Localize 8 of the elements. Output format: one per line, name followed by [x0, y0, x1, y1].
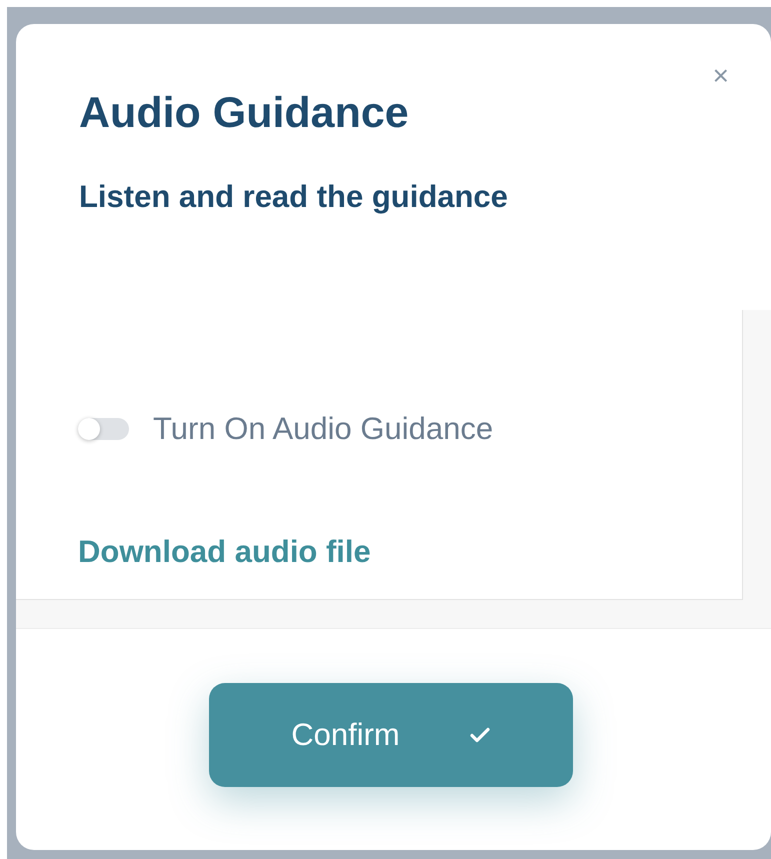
download-link[interactable]: Download audio file	[78, 528, 371, 575]
dialog-title: Audio Guidance	[79, 88, 410, 139]
dialog-subtitle: Listen and read the guidance	[79, 178, 509, 215]
close-button[interactable]: ×	[708, 62, 733, 90]
audio-toggle[interactable]	[78, 418, 129, 440]
toggle-label: Turn On Audio Guidance	[153, 410, 494, 448]
confirm-button[interactable]: Confirm	[208, 683, 572, 787]
check-icon	[470, 727, 490, 743]
